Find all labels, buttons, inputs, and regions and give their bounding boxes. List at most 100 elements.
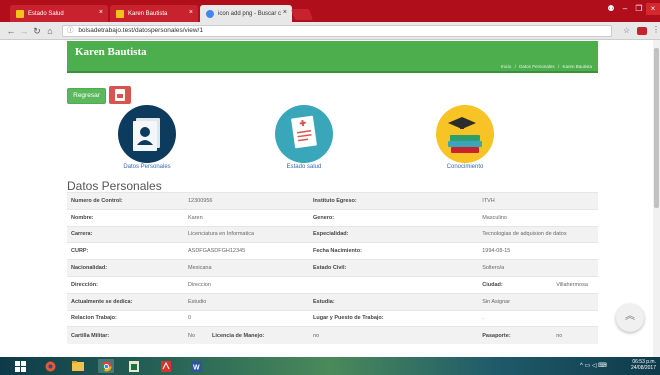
keyboard-icon[interactable]: ⌨ [598, 363, 607, 369]
books-icon [448, 117, 482, 153]
table-row: CURP: ASDFGASDFGH12345 Fecha Nacimiento:… [67, 242, 598, 260]
details-table: Numero de Control: 12300956 Instituto Eg… [67, 192, 598, 344]
network-icon[interactable]: ▭ [585, 363, 591, 369]
estado-salud-label[interactable]: Estado salud [259, 164, 349, 170]
field-value: Sin Asignar [478, 292, 598, 311]
field-label: Numero de Control: [67, 192, 184, 210]
chrome-icon[interactable] [98, 359, 114, 373]
windows-start-icon[interactable] [12, 359, 28, 373]
close-icon[interactable]: × [189, 9, 193, 16]
page-header: Karen Bautista Inicio / Datos Personales… [67, 41, 598, 73]
breadcrumb-datos[interactable]: Datos Personales [519, 64, 555, 69]
table-row: Actualmente se dedica: Estudio Estudia: … [67, 292, 598, 311]
field-value: 1994-08-15 [478, 242, 598, 260]
pdf-button[interactable] [109, 86, 131, 104]
tab-estado-salud[interactable]: Estado Salud × [10, 5, 108, 22]
field-label: CURP: [67, 242, 184, 260]
new-tab-button[interactable] [290, 9, 314, 20]
field-value: Direccion [184, 275, 479, 294]
user-icon[interactable]: ⚉ [604, 3, 618, 15]
field-value: ASDFGASDFGH12345 [184, 242, 309, 260]
tab-icon-search[interactable]: icon add png - Buscar c × [200, 5, 292, 22]
spreadsheet-app-icon[interactable] [126, 359, 142, 373]
field-value: 12300956 [184, 192, 309, 210]
scroll-to-top-button[interactable]: ︽ [616, 304, 644, 332]
field-label: Ciudad: [478, 275, 553, 294]
clock-date: 24/08/2017 [630, 365, 656, 371]
address-bar-row: ← → ↻ ⌂ ⓘ bolsadetrabajo.test/datosperso… [0, 22, 660, 40]
field-value: Masculino [478, 208, 598, 227]
id-card-icon [133, 118, 160, 151]
back-button[interactable]: Regresar [67, 88, 106, 104]
scrollbar-thumb[interactable] [654, 48, 659, 208]
breadcrumb: Inicio / Datos Personales / Karen Bautis… [500, 64, 592, 69]
table-row: Relacion Trabajo: 0 Lugar y Puesto de Tr… [67, 309, 598, 327]
table-row: Nombre: Karen Genero: Masculino [67, 208, 598, 227]
field-label: Fecha Nacimiento: [309, 242, 479, 260]
table-row: Dirección: Direccion Ciudad: Villahermos… [67, 275, 598, 294]
forward-arrow-icon[interactable]: → [19, 25, 29, 37]
word-icon[interactable]: W [188, 359, 204, 373]
volume-icon[interactable]: ◁ [592, 363, 597, 369]
table-row: Nacionalidad: Mexicana Estado Civil: Sol… [67, 259, 598, 277]
field-label: Cartilla Militar: [67, 326, 184, 344]
close-icon[interactable]: × [99, 9, 103, 16]
datos-personales-link[interactable] [118, 105, 176, 163]
field-value: ITVH [478, 192, 598, 210]
field-label: Estudia: [309, 292, 479, 311]
page-title: Karen Bautista [75, 46, 147, 58]
svg-text:W: W [193, 364, 200, 371]
field-value: Villahermosa [552, 275, 598, 294]
field-value: Licenciatura en Informatica [184, 225, 309, 243]
field-label: Especialidad: [309, 225, 479, 243]
window-controls: ⚉ – ❐ × [604, 3, 660, 15]
close-icon[interactable]: × [283, 9, 287, 16]
field-label: Carrera: [67, 225, 184, 243]
taskbar: W ^ ▭ ◁ ⌨ 06:53 p.m. 24/08/2017 [0, 357, 660, 375]
field-value: no [552, 326, 598, 344]
home-icon[interactable]: ⌂ [45, 25, 55, 37]
field-label: Nacionalidad: [67, 259, 184, 277]
field-value: No [184, 326, 208, 344]
datos-personales-label[interactable]: Datos Personales [102, 164, 192, 170]
field-label: Estado Civil: [309, 259, 479, 277]
extension-icon[interactable] [637, 27, 647, 35]
url-field[interactable]: ⓘ bolsadetrabajo.test/datospersonales/vi… [62, 25, 612, 37]
tab-title: icon add png - Buscar c [218, 10, 282, 17]
field-value: Karen [184, 208, 309, 227]
field-label: Actualmente se dedica: [67, 292, 184, 311]
field-label: Pasaporte: [478, 326, 553, 344]
clock[interactable]: 06:53 p.m. 24/08/2017 [631, 359, 656, 371]
file-explorer-icon[interactable] [70, 359, 86, 373]
reload-icon[interactable]: ↻ [32, 25, 42, 37]
table-row: Cartilla Militar: No Licencia de Manejo:… [67, 326, 598, 344]
field-value: Soltero/a [478, 259, 598, 277]
minimize-icon[interactable]: – [618, 3, 632, 15]
menu-dots-icon[interactable]: ⋮ [652, 25, 660, 34]
app-icon[interactable] [42, 359, 58, 373]
back-arrow-icon[interactable]: ← [6, 25, 16, 37]
tab-karen-bautista[interactable]: Karen Bautista × [110, 5, 198, 22]
info-icon[interactable]: ⓘ [67, 27, 74, 34]
conocimiento-label[interactable]: Conocimiento [420, 164, 510, 170]
field-label: Dirección: [67, 275, 184, 294]
conocimiento-link[interactable] [436, 105, 494, 163]
field-label: Licencia de Manejo: [208, 326, 309, 344]
chevron-up-icon[interactable]: ^ [580, 363, 583, 369]
favicon-icon [16, 9, 24, 18]
acrobat-icon[interactable] [158, 359, 174, 373]
health-report-icon [291, 115, 317, 149]
field-label: Lugar y Puesto de Trabajo: [309, 309, 479, 327]
url-text: bolsadetrabajo.test/datospersonales/view… [78, 27, 203, 34]
breadcrumb-home[interactable]: Inicio [501, 64, 512, 69]
field-label: Nombre: [67, 208, 184, 227]
estado-salud-link[interactable] [275, 105, 333, 163]
maximize-icon[interactable]: ❐ [632, 3, 646, 15]
field-label: Instituto Egreso: [309, 192, 479, 210]
window-close-icon[interactable]: × [646, 3, 660, 15]
field-value: Tecnologias de adquision de datos [478, 225, 598, 243]
breadcrumb-current: Karen Bautista [562, 64, 592, 69]
bookmark-star-icon[interactable]: ☆ [623, 26, 630, 35]
section-title: Datos Personales [67, 179, 162, 193]
browser-tab-bar: Estado Salud × Karen Bautista × icon add… [0, 0, 660, 22]
